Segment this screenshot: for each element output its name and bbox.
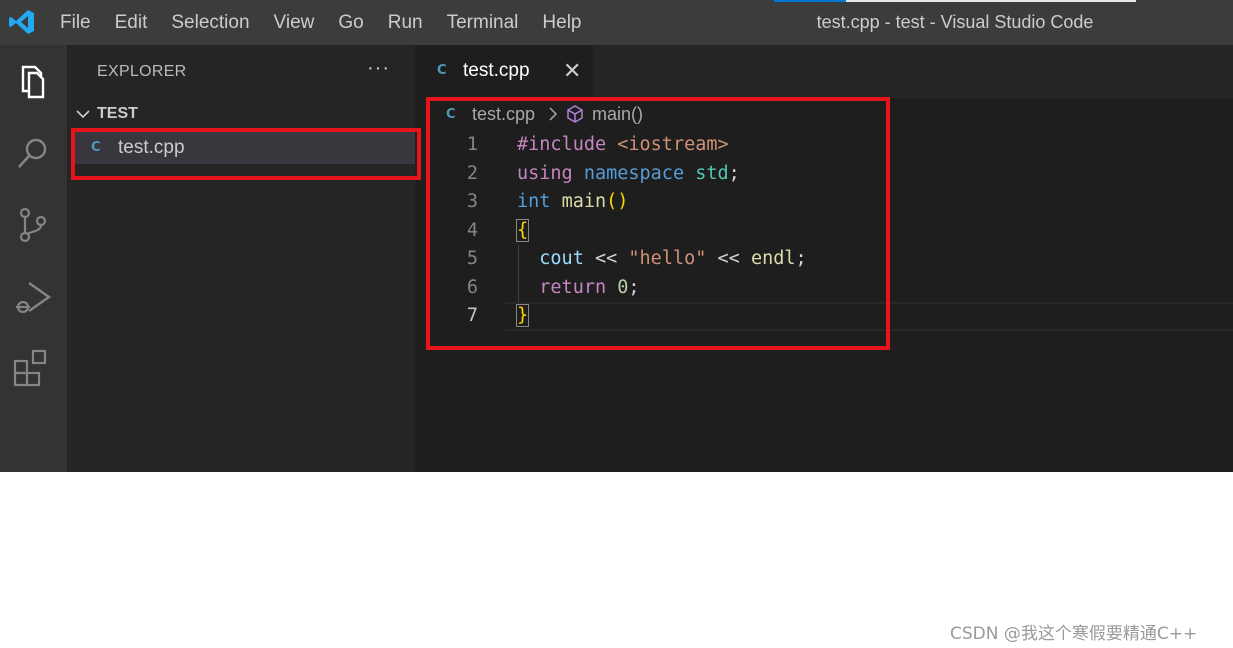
folder-label: TEST [97, 105, 138, 122]
tab-test-cpp[interactable]: C test.cpp ✕ [415, 45, 593, 98]
menu-run[interactable]: Run [376, 0, 435, 45]
menu-terminal[interactable]: Terminal [435, 0, 531, 45]
run-debug-icon[interactable] [11, 275, 55, 319]
chevron-down-icon [76, 110, 90, 119]
folder-row[interactable]: TEST [67, 102, 415, 128]
window-title: test.cpp - test - Visual Studio Code [816, 12, 1094, 32]
highlight-box-file [71, 128, 421, 180]
menu-selection[interactable]: Selection [159, 0, 261, 45]
activity-bar [0, 45, 67, 472]
search-icon[interactable] [11, 131, 55, 175]
editor-tabs: C test.cpp ✕ [415, 45, 1233, 98]
explorer-sidebar: EXPLORER ··· TEST C test.cpp [67, 45, 415, 472]
close-icon[interactable]: ✕ [563, 58, 581, 84]
menu-file[interactable]: File [48, 0, 103, 45]
more-actions-icon[interactable]: ··· [367, 57, 390, 80]
menu-bar: File Edit Selection View Go Run Terminal… [48, 0, 594, 45]
extensions-icon[interactable] [11, 347, 55, 391]
watermark: CSDN @我这个寒假要精通C++ [950, 624, 1198, 644]
title-bar: File Edit Selection View Go Run Terminal… [0, 0, 1233, 45]
cpp-file-icon: C [437, 63, 447, 78]
menu-help[interactable]: Help [530, 0, 593, 45]
menu-go[interactable]: Go [326, 0, 375, 45]
vscode-logo-icon [9, 10, 34, 34]
highlight-box-editor [426, 97, 890, 350]
source-control-icon[interactable] [11, 203, 55, 247]
explorer-title: EXPLORER [97, 63, 187, 80]
menu-edit[interactable]: Edit [103, 0, 160, 45]
tab-label: test.cpp [463, 60, 530, 81]
files-icon[interactable] [11, 59, 55, 103]
menu-view[interactable]: View [262, 0, 327, 45]
